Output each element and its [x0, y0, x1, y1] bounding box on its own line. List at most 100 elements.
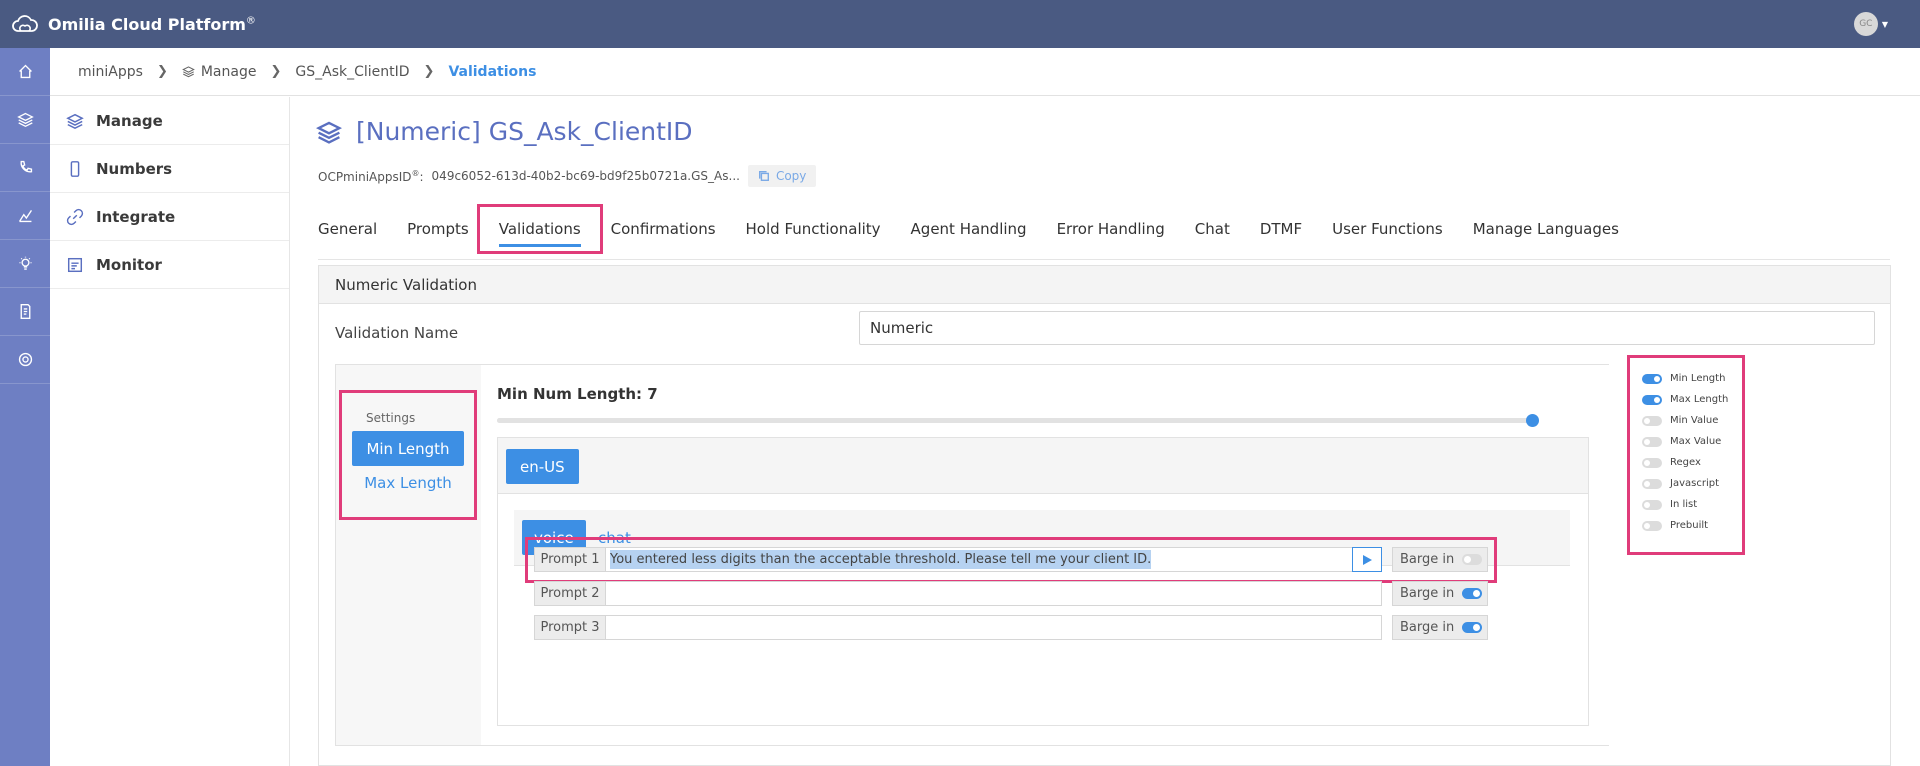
slider-label: Min Num Length: 7: [497, 385, 658, 403]
toggle-switch[interactable]: [1642, 457, 1662, 468]
toggle-switch[interactable]: [1642, 478, 1662, 489]
language-button-en-us[interactable]: en-US: [506, 449, 579, 484]
rail-support[interactable]: [0, 336, 50, 384]
validation-toggle-list: Min Length Max Length Min Value Max Valu…: [1627, 355, 1745, 555]
toggle-label: Max Value: [1670, 436, 1722, 447]
max-length-setting-button[interactable]: Max Length: [352, 465, 464, 500]
app-title: Omilia Cloud Platform®: [48, 14, 256, 34]
barge-in-2-toggle[interactable]: [1462, 588, 1483, 599]
prompt-row-3: Prompt 3: [534, 615, 1382, 640]
min-length-setting-button[interactable]: Min Length: [352, 431, 464, 466]
tab-prompts[interactable]: Prompts: [392, 211, 484, 247]
prompt-1-input[interactable]: You entered less digits than the accepta…: [606, 547, 1382, 572]
tab-validations[interactable]: Validations: [476, 204, 603, 254]
tab-manage-languages[interactable]: Manage Languages: [1458, 211, 1634, 247]
tab-agent-handling[interactable]: Agent Handling: [896, 211, 1042, 247]
barge-in-1: Barge in: [1392, 547, 1488, 572]
toggle-switch[interactable]: [1642, 520, 1662, 531]
tab-confirmations[interactable]: Confirmations: [596, 211, 731, 247]
breadcrumb-separator: ❯: [270, 64, 282, 79]
sidenav-item-manage[interactable]: Manage: [50, 97, 289, 145]
toggle-label: Min Value: [1670, 415, 1719, 426]
prompt-row-1: Prompt 1 You entered less digits than th…: [534, 547, 1382, 572]
tab-bar: General Prompts Validations Confirmation…: [318, 204, 1634, 254]
barge-in-3: Barge in: [1392, 615, 1488, 640]
tab-chat[interactable]: Chat: [1180, 211, 1245, 247]
cloud-icon[interactable]: [10, 9, 40, 39]
toggle-switch[interactable]: [1642, 373, 1662, 384]
tab-dtmf[interactable]: DTMF: [1245, 211, 1317, 247]
language-header: en-US: [498, 438, 1588, 494]
copy-button[interactable]: Copy: [747, 165, 817, 187]
tab-error-handling[interactable]: Error Handling: [1042, 211, 1180, 247]
toggle-label: Prebuilt: [1670, 520, 1709, 531]
toggle-switch[interactable]: [1642, 394, 1662, 405]
sidenav-item-label: Numbers: [96, 159, 173, 178]
settings-title: Settings: [366, 411, 416, 425]
settings-detail: Min Num Length: 7 en-US voice chat Promp…: [481, 365, 1609, 745]
sidenav-item-numbers[interactable]: Numbers: [50, 145, 289, 193]
settings-box: Settings Min Length Max Length Min Num L…: [335, 364, 1609, 746]
breadcrumb-manage[interactable]: Manage: [181, 64, 256, 80]
user-menu[interactable]: GC ▼: [1853, 12, 1888, 36]
link-icon: [66, 208, 84, 225]
breadcrumb-app[interactable]: GS_Ask_ClientID: [295, 64, 409, 80]
rail-home[interactable]: [0, 48, 50, 96]
tabs-divider: [318, 259, 1890, 260]
toggle-switch[interactable]: [1642, 415, 1662, 426]
app-id-label: OCPminiAppsID®:: [318, 168, 424, 184]
prompt-2-input[interactable]: [606, 581, 1382, 606]
toggle-label: Min Length: [1670, 373, 1726, 384]
chevron-down-icon[interactable]: ▼: [1882, 20, 1888, 29]
prompt-label: Prompt 3: [534, 615, 606, 640]
top-bar: Omilia Cloud Platform® GC ▼: [0, 0, 1920, 48]
monitor-icon: [67, 257, 83, 272]
toggle-min-length: Min Length: [1642, 368, 1742, 389]
prompt-label: Prompt 2: [534, 581, 606, 606]
rail-analytics[interactable]: [0, 192, 50, 240]
phone-icon: [20, 160, 32, 173]
settings-menu: Settings Min Length Max Length: [339, 390, 477, 520]
sidenav-item-label: Integrate: [96, 207, 176, 226]
analytics-icon: [18, 210, 32, 223]
prompt-1-text: You entered less digits than the accepta…: [610, 550, 1152, 569]
home-icon: [18, 64, 32, 79]
icon-rail: [0, 48, 50, 766]
breadcrumb-separator: ❯: [156, 64, 168, 79]
barge-in-1-toggle[interactable]: [1462, 554, 1483, 565]
sidenav-item-integrate[interactable]: Integrate: [50, 193, 289, 241]
avatar[interactable]: GC: [1853, 12, 1878, 36]
play-button[interactable]: [1352, 547, 1382, 572]
rail-apps[interactable]: [0, 96, 50, 144]
rail-phone[interactable]: [0, 144, 50, 192]
panel-title: Numeric Validation: [319, 266, 1890, 304]
sidenav-item-monitor[interactable]: Monitor: [50, 241, 289, 289]
layers-icon: [66, 113, 84, 129]
toggle-label: Max Length: [1670, 394, 1729, 405]
min-length-slider[interactable]: [497, 414, 1539, 427]
barge-in-label: Barge in: [1400, 586, 1455, 601]
barge-in-3-toggle[interactable]: [1462, 622, 1483, 633]
tab-hold-functionality[interactable]: Hold Functionality: [731, 211, 896, 247]
breadcrumb-miniapps[interactable]: miniApps: [78, 64, 143, 80]
tab-user-functions[interactable]: User Functions: [1317, 211, 1458, 247]
breadcrumb-current: Validations: [448, 63, 537, 80]
toggle-prebuilt: Prebuilt: [1642, 515, 1742, 536]
toggle-min-value: Min Value: [1642, 410, 1742, 431]
toggle-label: Regex: [1670, 457, 1701, 468]
sidenav-item-label: Monitor: [96, 255, 162, 274]
app-id-value: 049c6052-613d-40b2-bc69-bd9f25b0721a.GS_…: [431, 169, 740, 183]
page-title: [Numeric] GS_Ask_ClientID: [356, 117, 693, 146]
slider-thumb[interactable]: [1526, 414, 1539, 427]
copy-button-label: Copy: [775, 169, 807, 183]
layers-icon: [181, 66, 195, 78]
toggle-switch[interactable]: [1642, 436, 1662, 447]
app-id-row: OCPminiAppsID®: 049c6052-613d-40b2-bc69-…: [318, 165, 817, 187]
prompt-3-input[interactable]: [606, 615, 1382, 640]
validation-name-input[interactable]: Numeric: [859, 311, 1875, 345]
rail-insights[interactable]: [0, 240, 50, 288]
rail-billing[interactable]: [0, 288, 50, 336]
tab-general[interactable]: General: [318, 211, 392, 247]
language-box: en-US voice chat Prompt 1 You entered le…: [497, 437, 1589, 726]
toggle-switch[interactable]: [1642, 499, 1662, 510]
